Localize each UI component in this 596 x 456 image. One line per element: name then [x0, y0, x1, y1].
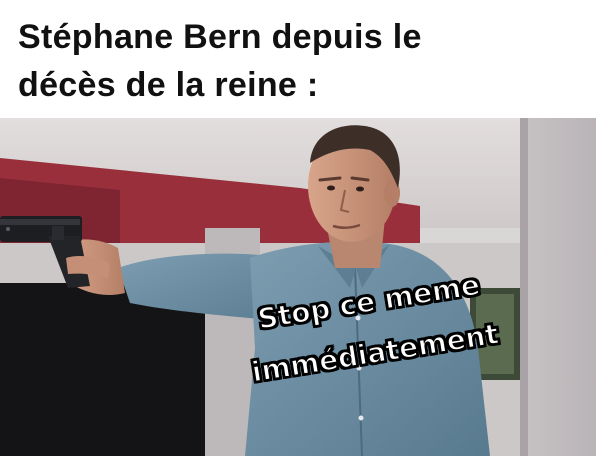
caption-line-2: décès de la reine :	[18, 66, 319, 104]
meme-caption: Stéphane Bern depuis le décès de la rein…	[0, 0, 596, 118]
caption-line-1: Stéphane Bern depuis le	[18, 18, 422, 56]
right-wall-edge	[520, 118, 528, 456]
wall-frame-inner	[476, 294, 514, 374]
right-wall	[520, 118, 596, 456]
meme-photo: Stop ce meme immédiatement	[0, 118, 596, 456]
